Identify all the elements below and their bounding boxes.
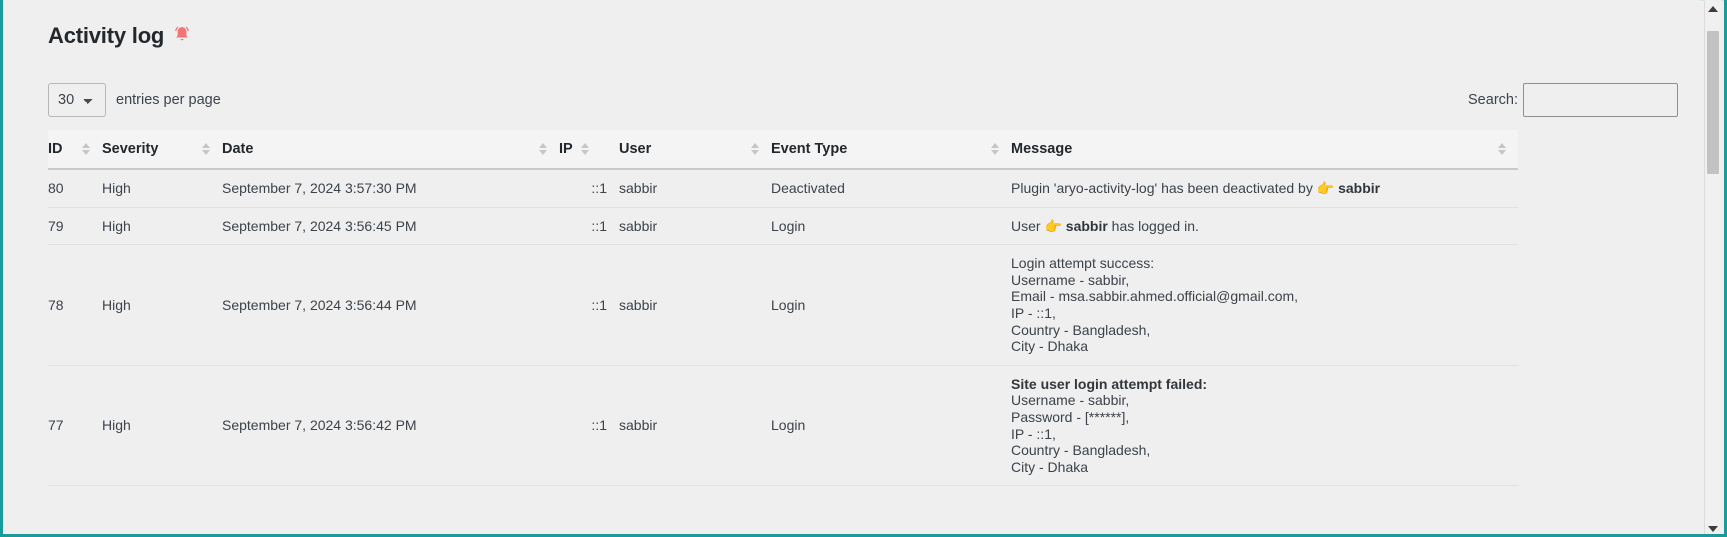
cell-message: Site user login attempt failed: Username … (1011, 365, 1518, 487)
cell-date: September 7, 2024 3:56:44 PM (222, 244, 559, 366)
cell-user: sabbir (619, 207, 771, 246)
column-header-id[interactable]: ID (48, 130, 102, 170)
activity-log-table-wrap: ID Severity Date IP User Event Type Mess… (48, 130, 1518, 487)
cell-ip: ::1 (559, 244, 619, 366)
pointing-hand-icon: 👉 (1044, 217, 1062, 234)
entries-per-page-group: 30 entries per page (48, 83, 221, 117)
column-header-ip-label: IP (559, 141, 573, 157)
column-header-event-type-label: Event Type (771, 141, 848, 157)
activity-log-table: ID Severity Date IP User Event Type Mess… (48, 130, 1518, 487)
cell-message: User 👉 sabbir has logged in. (1011, 207, 1518, 246)
table-body: 80 High September 7, 2024 3:57:30 PM::1 sab… (48, 169, 1518, 487)
cell-message: Plugin 'aryo-activity-log' has been deac… (1011, 169, 1518, 208)
search-group: Search: (1468, 83, 1678, 117)
message-line: IP - ::1, (1011, 425, 1056, 442)
sort-arrows-icon[interactable] (1498, 143, 1506, 155)
browser-viewport: Activity log 30 entries per page Search: (0, 0, 1727, 537)
message-line: Country - Bangladesh, (1011, 321, 1151, 338)
message-heading: Login attempt success: (1011, 255, 1155, 272)
cell-id: 78 (48, 244, 102, 366)
table-controls: 30 entries per page Search: (48, 82, 1700, 118)
cell-id: 77 (48, 365, 102, 487)
message-heading: Site user login attempt failed: (1011, 375, 1208, 392)
table-row[interactable]: 79 High September 7, 2024 3:56:45 PM::1 sab… (48, 207, 1518, 246)
message-text: User (1011, 217, 1045, 234)
scrollbar-thumb[interactable] (1707, 31, 1719, 174)
cell-ip: ::1 (559, 365, 619, 487)
cell-event-type: Login (771, 365, 1011, 487)
message-line: Username - sabbir, (1011, 271, 1130, 288)
cell-ip: ::1 (559, 207, 619, 246)
column-header-message[interactable]: Message (1011, 130, 1518, 170)
page-title: Activity log (48, 0, 1700, 49)
pointing-hand-icon: 👉 (1316, 180, 1335, 196)
cell-severity: High (102, 207, 222, 246)
cell-event-type: Deactivated (771, 169, 1011, 208)
cell-severity: High (102, 244, 222, 366)
sort-arrows-icon[interactable] (751, 143, 759, 155)
search-input[interactable] (1523, 83, 1678, 117)
column-header-ip[interactable]: IP (559, 130, 619, 170)
table-head: ID Severity Date IP User Event Type Mess… (48, 130, 1518, 170)
message-suffix: has logged in. (1107, 217, 1199, 234)
sort-arrows-icon[interactable] (580, 143, 589, 155)
message-text: Plugin 'aryo-activity-log' has been deac… (1011, 180, 1317, 196)
cell-severity: High (102, 169, 222, 208)
table-row[interactable]: 77 High September 7, 2024 3:56:42 PM::1 sab… (48, 365, 1518, 487)
cell-id: 80 (48, 169, 102, 208)
column-header-date-label: Date (222, 141, 254, 157)
message-username: sabbir (1338, 180, 1381, 196)
message-line: Country - Bangladesh, (1011, 442, 1151, 459)
sort-arrows-icon[interactable] (991, 143, 999, 155)
message-line: City - Dhaka (1011, 458, 1089, 475)
cell-user: sabbir (619, 169, 771, 208)
cell-message: Login attempt success: Username - sabbir,… (1011, 244, 1518, 366)
table-row[interactable]: 78 High September 7, 2024 3:56:44 PM::1 sab… (48, 244, 1518, 366)
column-header-date[interactable]: Date (222, 130, 559, 170)
table-row[interactable]: 80 High September 7, 2024 3:57:30 PM::1 sab… (48, 169, 1518, 208)
table-header-row: ID Severity Date IP User Event Type Mess… (48, 130, 1518, 170)
message-line: Username - sabbir, (1011, 392, 1130, 409)
sort-arrows-icon[interactable] (82, 143, 90, 155)
scroll-down-arrow-icon[interactable] (1705, 520, 1721, 534)
cell-user: sabbir (619, 244, 771, 366)
entries-per-page-select[interactable]: 30 (48, 83, 106, 117)
message-line: City - Dhaka (1011, 338, 1089, 355)
column-header-event-type[interactable]: Event Type (771, 130, 1011, 170)
column-header-message-label: Message (1011, 141, 1073, 157)
cell-user: sabbir (619, 365, 771, 487)
sort-arrows-icon[interactable] (202, 143, 210, 155)
cell-date: September 7, 2024 3:56:42 PM (222, 365, 559, 487)
activity-log-panel: Activity log 30 entries per page Search: (3, 0, 1700, 534)
cell-date: September 7, 2024 3:57:30 PM (222, 169, 559, 208)
page-title-text: Activity log (48, 23, 165, 48)
scroll-up-arrow-icon[interactable] (1705, 0, 1721, 17)
cell-event-type: Login (771, 244, 1011, 366)
message-line: Password - [******], (1011, 408, 1130, 425)
cell-severity: High (102, 365, 222, 487)
cell-id: 79 (48, 207, 102, 246)
column-header-severity[interactable]: Severity (102, 130, 222, 170)
bell-icon (172, 24, 192, 49)
entries-per-page-label: entries per page (116, 92, 221, 108)
search-label: Search: (1468, 92, 1518, 108)
column-header-id-label: ID (48, 141, 63, 157)
column-header-severity-label: Severity (102, 141, 159, 157)
column-header-user[interactable]: User (619, 130, 771, 170)
sort-arrows-icon[interactable] (539, 143, 547, 155)
column-header-user-label: User (619, 141, 652, 157)
cell-ip: ::1 (559, 169, 619, 208)
vertical-scrollbar[interactable] (1704, 0, 1721, 534)
message-line: IP - ::1, (1011, 304, 1056, 321)
message-line: Email - msa.sabbir.ahmed.official@gmail.… (1011, 288, 1299, 305)
message-username: sabbir (1065, 217, 1108, 234)
cell-date: September 7, 2024 3:56:45 PM (222, 207, 559, 246)
cell-event-type: Login (771, 207, 1011, 246)
